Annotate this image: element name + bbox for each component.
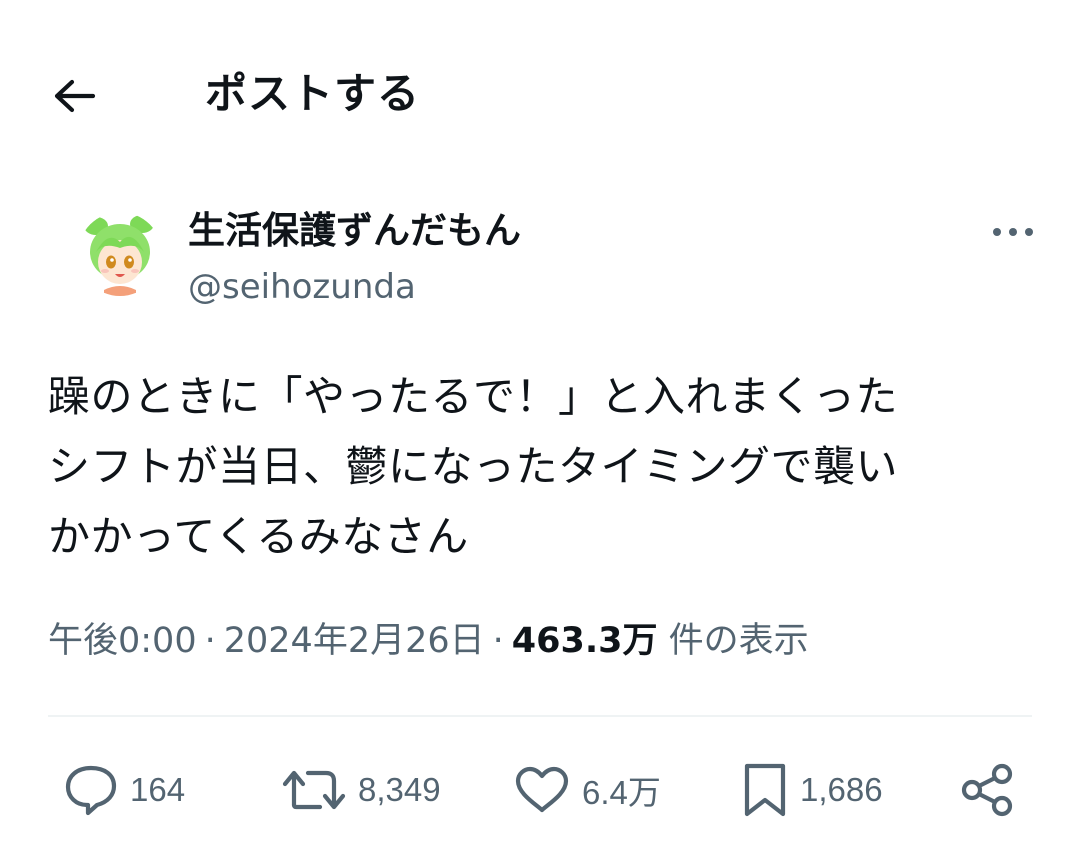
avatar-image (78, 212, 162, 296)
like-count: 6.4万 (582, 774, 661, 811)
tweet-text-line: シフトが当日、鬱になったタイミングで襲い (48, 442, 899, 491)
views-count[interactable]: 463.3万 (512, 621, 658, 661)
arrow-left-icon (54, 79, 96, 113)
tweet-time[interactable]: 午後0:00 (48, 621, 197, 661)
author-handle[interactable]: @seihozunda (188, 264, 416, 310)
divider (48, 715, 1032, 717)
like-button[interactable]: 6.4万 (514, 755, 661, 825)
bookmark-button[interactable]: 1,686 (742, 755, 883, 825)
bookmark-count: 1,686 (800, 771, 883, 808)
more-horizontal-icon (993, 228, 1033, 236)
reply-button[interactable]: 164 (64, 755, 185, 825)
action-bar: 164 8,349 6.4万 1,686 (0, 755, 1080, 825)
back-button[interactable] (48, 70, 100, 122)
meta-separator: · (204, 621, 216, 661)
tweet-text-line: かかってくるみなさん (48, 512, 469, 561)
tweet-text-line: 躁のときに「やったるで！」と入れまくった (48, 372, 899, 421)
reply-icon (65, 765, 117, 816)
tweet-author: 生活保護ずんだもん @seihozunda (48, 200, 1038, 320)
views-label: 件の表示 (668, 621, 809, 661)
author-display-name[interactable]: 生活保護ずんだもん (188, 206, 521, 256)
more-options-button[interactable] (988, 210, 1038, 254)
retweet-button[interactable]: 8,349 (282, 755, 441, 825)
bookmark-icon (744, 763, 786, 817)
avatar[interactable] (78, 212, 162, 296)
heart-icon (515, 766, 569, 813)
page-title: ポストする (205, 69, 421, 118)
top-bar: ポストする (0, 0, 1080, 190)
retweet-count: 8,349 (358, 771, 441, 808)
tweet-date[interactable]: 2024年2月26日 (224, 621, 485, 661)
reply-count: 164 (130, 771, 186, 808)
retweet-icon (282, 770, 346, 810)
share-button[interactable] (960, 755, 1016, 825)
tweet-meta: 午後0:00 · 2024年2月26日 · 463.3万 件の表示 (48, 616, 809, 666)
share-icon (961, 763, 1013, 817)
meta-separator: · (492, 621, 504, 661)
tweet-text: 躁のときに「やったるで！」と入れまくった シフトが当日、鬱になったタイミングで襲… (48, 362, 1023, 572)
